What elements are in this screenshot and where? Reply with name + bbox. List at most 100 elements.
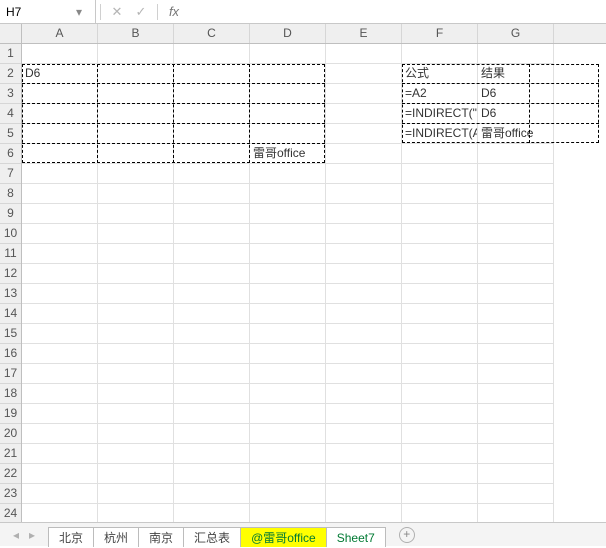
cell[interactable] — [22, 484, 98, 504]
select-all-corner[interactable] — [0, 24, 22, 44]
col-header[interactable]: E — [326, 24, 402, 43]
cell[interactable] — [402, 424, 478, 444]
cell[interactable] — [22, 444, 98, 464]
cell-F4[interactable]: =INDIRECT("A2") — [402, 104, 478, 124]
cell[interactable] — [22, 144, 98, 164]
cell[interactable] — [98, 204, 174, 224]
cell[interactable] — [250, 44, 326, 64]
cell[interactable] — [98, 364, 174, 384]
row-header[interactable]: 19 — [0, 404, 21, 424]
cell[interactable] — [402, 264, 478, 284]
cell[interactable] — [478, 244, 554, 264]
cell[interactable] — [402, 284, 478, 304]
cell[interactable] — [478, 324, 554, 344]
sheet-tab-active[interactable]: @雷哥office — [240, 527, 327, 547]
cell[interactable] — [98, 284, 174, 304]
cell[interactable] — [402, 304, 478, 324]
row-header[interactable]: 22 — [0, 464, 21, 484]
col-header[interactable]: F — [402, 24, 478, 43]
cell-G2[interactable]: 结果 — [478, 64, 554, 84]
cell[interactable] — [250, 164, 326, 184]
cell[interactable] — [22, 204, 98, 224]
cell[interactable] — [98, 144, 174, 164]
cell[interactable] — [402, 164, 478, 184]
cell[interactable] — [98, 224, 174, 244]
tab-nav-next-icon[interactable]: ▸ — [24, 528, 40, 542]
sheet-tab[interactable]: Sheet7 — [326, 527, 386, 547]
row-header[interactable]: 24 — [0, 504, 21, 522]
add-sheet-icon[interactable]: + — [399, 527, 415, 543]
cell[interactable] — [98, 384, 174, 404]
cell[interactable] — [402, 404, 478, 424]
cell[interactable] — [22, 104, 98, 124]
cell[interactable] — [98, 264, 174, 284]
cell[interactable] — [478, 364, 554, 384]
cell-F2[interactable]: 公式 — [402, 64, 478, 84]
cell[interactable] — [402, 244, 478, 264]
cell[interactable] — [98, 404, 174, 424]
row-header[interactable]: 10 — [0, 224, 21, 244]
cell[interactable] — [478, 424, 554, 444]
cell[interactable] — [174, 64, 250, 84]
cell[interactable] — [326, 384, 402, 404]
cell[interactable] — [326, 64, 402, 84]
cell[interactable] — [326, 204, 402, 224]
cell[interactable] — [98, 164, 174, 184]
cell[interactable] — [326, 424, 402, 444]
cell[interactable] — [174, 304, 250, 324]
cell-F3[interactable]: =A2 — [402, 84, 478, 104]
sheet-tab[interactable]: 北京 — [48, 527, 94, 547]
cell[interactable] — [326, 324, 402, 344]
row-header[interactable]: 6 — [0, 144, 21, 164]
cell[interactable] — [250, 424, 326, 444]
tab-nav-prev-icon[interactable]: ◂ — [8, 528, 24, 542]
formula-input[interactable] — [186, 0, 606, 23]
cell[interactable] — [326, 304, 402, 324]
cell[interactable] — [250, 184, 326, 204]
cell[interactable] — [326, 404, 402, 424]
cell[interactable] — [22, 384, 98, 404]
cell[interactable] — [326, 184, 402, 204]
cell[interactable] — [478, 284, 554, 304]
cell[interactable] — [250, 444, 326, 464]
row-header[interactable]: 9 — [0, 204, 21, 224]
cell[interactable] — [174, 164, 250, 184]
cell[interactable] — [478, 344, 554, 364]
cell[interactable] — [402, 324, 478, 344]
cell[interactable] — [478, 384, 554, 404]
cell[interactable] — [174, 424, 250, 444]
col-header[interactable]: C — [174, 24, 250, 43]
cell[interactable] — [98, 104, 174, 124]
cell[interactable] — [478, 464, 554, 484]
cell[interactable] — [174, 484, 250, 504]
cell[interactable] — [478, 44, 554, 64]
cell[interactable] — [98, 324, 174, 344]
cell[interactable] — [478, 504, 554, 522]
sheet-tab[interactable]: 杭州 — [93, 527, 139, 547]
cell[interactable] — [22, 464, 98, 484]
cell[interactable] — [22, 424, 98, 444]
cell[interactable] — [174, 404, 250, 424]
cell[interactable] — [98, 464, 174, 484]
cell[interactable] — [22, 304, 98, 324]
cell[interactable] — [98, 84, 174, 104]
cell[interactable] — [22, 164, 98, 184]
cell[interactable] — [98, 444, 174, 464]
cell-D6[interactable]: 雷哥office — [250, 144, 326, 164]
cell[interactable] — [478, 144, 554, 164]
cell[interactable] — [174, 124, 250, 144]
row-header[interactable]: 3 — [0, 84, 21, 104]
cell[interactable] — [250, 384, 326, 404]
fx-icon[interactable]: fx — [162, 4, 186, 19]
cell[interactable] — [22, 184, 98, 204]
cell[interactable] — [478, 304, 554, 324]
name-box-dropdown-icon[interactable]: ▾ — [70, 5, 88, 19]
cell[interactable] — [250, 284, 326, 304]
cell-G3[interactable]: D6 — [478, 84, 554, 104]
cell[interactable] — [402, 504, 478, 522]
cell[interactable] — [174, 284, 250, 304]
cell[interactable] — [326, 44, 402, 64]
row-header[interactable]: 20 — [0, 424, 21, 444]
cell[interactable] — [174, 384, 250, 404]
cell[interactable] — [402, 464, 478, 484]
